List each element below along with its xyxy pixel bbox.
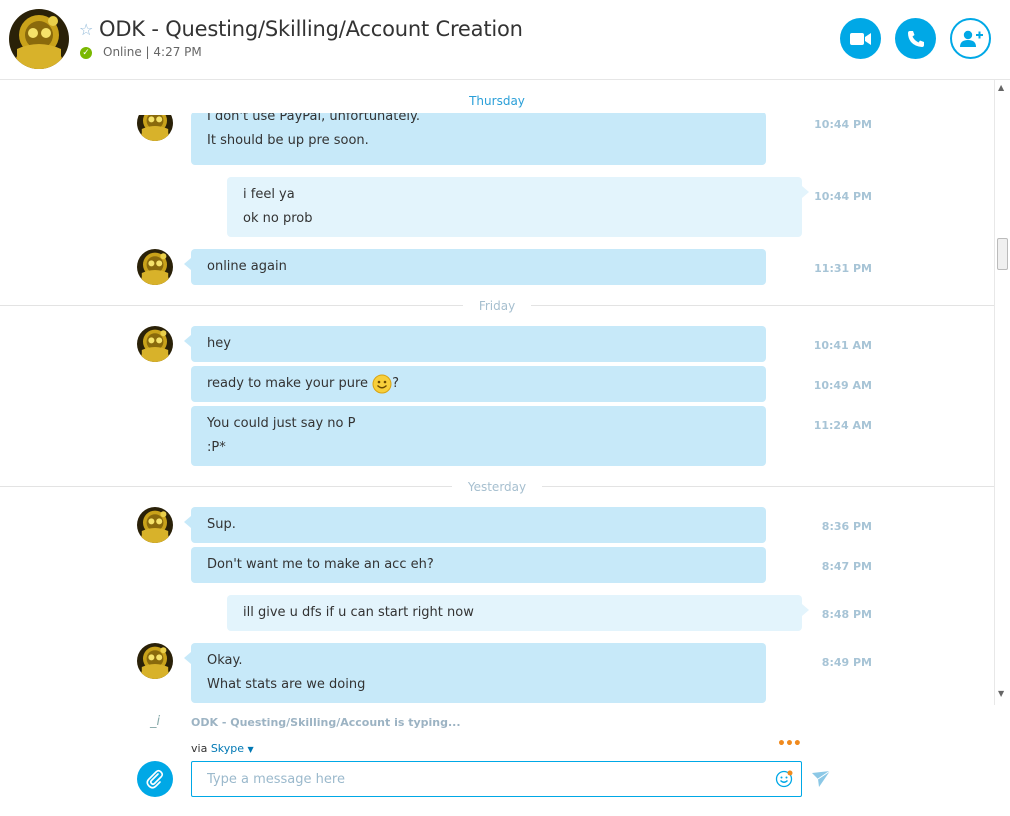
day-label: Friday: [462, 299, 532, 313]
message-line: Sup.: [207, 517, 236, 532]
bubble-tail: [184, 258, 191, 270]
message-line: ill give u dfs if u can start right now: [243, 605, 474, 620]
day-label: Yesterday: [451, 480, 543, 494]
via-service: via Skype ▼: [191, 742, 254, 755]
local-time: 4:27 PM: [153, 45, 202, 59]
more-options-icon[interactable]: •••: [777, 736, 802, 752]
message-bubble-own[interactable]: i feel ya ok no prob: [227, 177, 809, 237]
message-time: 11:24 AM: [813, 419, 872, 432]
status-line: Online | 4:27 PM: [103, 45, 202, 59]
message-text: ready to make your pure: [207, 376, 373, 391]
message-line: I don't use PayPal, unfortunately.: [207, 112, 420, 124]
message-bubble[interactable]: You could just say no P :P*: [191, 406, 766, 466]
message-bubble-own[interactable]: ill give u dfs if u can start right now: [227, 595, 809, 631]
bubble-tail: [184, 652, 191, 664]
message-line: What stats are we doing: [207, 677, 366, 692]
paperclip-icon: [146, 769, 164, 789]
message-line: ok no prob: [243, 211, 313, 226]
bubble-tail: [184, 335, 191, 347]
message-time: 8:36 PM: [821, 520, 872, 533]
message-line: You could just say no P: [207, 416, 356, 431]
status-label: Online: [103, 45, 142, 59]
chevron-down-icon: ▼: [247, 745, 254, 754]
star-icon[interactable]: ☆: [79, 22, 93, 38]
avatar[interactable]: [137, 249, 173, 285]
message-line: Okay.: [207, 653, 243, 668]
add-people-button[interactable]: [950, 18, 991, 59]
message-time: 10:41 AM: [813, 339, 872, 352]
audio-call-button[interactable]: [895, 18, 936, 59]
online-status-icon: ✓: [80, 47, 92, 59]
message-time: 11:31 PM: [814, 262, 872, 275]
avatar[interactable]: [137, 326, 173, 362]
message-line: hey: [207, 336, 231, 351]
day-separator-yesterday: Yesterday: [0, 480, 994, 494]
message-bubble[interactable]: ready to make your pure ?: [191, 366, 766, 402]
message-line: Don't want me to make an acc eh?: [207, 557, 434, 572]
message-bubble[interactable]: hey: [184, 326, 766, 362]
conversation-scrollbar[interactable]: ▲ ▼: [994, 80, 1010, 705]
day-separator-friday: Friday: [0, 299, 994, 313]
message-line: online again: [207, 259, 287, 274]
attach-button[interactable]: [137, 761, 173, 797]
scrollbar-thumb[interactable]: [997, 238, 1008, 270]
message-text: ?: [392, 376, 400, 391]
scroll-down-icon[interactable]: ▼: [998, 689, 1004, 698]
day-separator-thursday-overlay: Thursday: [0, 94, 994, 108]
send-arrow-icon[interactable]: [811, 770, 831, 788]
conversation-history[interactable]: Thursday I don't use PayPal, unfortunate…: [0, 80, 994, 705]
conversation-header: ☆ ODK - Questing/Skilling/Account Creati…: [0, 0, 1010, 80]
message-bubble[interactable]: Don't want me to make an acc eh?: [191, 547, 766, 583]
smile-emoticon-icon: [372, 374, 392, 393]
via-prefix: via: [191, 742, 208, 755]
video-camera-icon: [849, 32, 871, 45]
message-line: i feel ya: [243, 187, 295, 202]
message-bubble[interactable]: Sup.: [184, 507, 766, 543]
service-name: Skype: [210, 742, 245, 755]
smiley-icon[interactable]: [775, 770, 793, 788]
phone-icon: [907, 30, 924, 47]
message-bubble[interactable]: I don't use PayPal, unfortunately. It sh…: [191, 112, 766, 165]
message-line: ready to make your pure ?: [207, 372, 750, 396]
message-time: 8:48 PM: [821, 608, 872, 621]
message-bubble[interactable]: Okay. What stats are we doing: [184, 643, 766, 703]
message-time: 10:44 PM: [814, 118, 872, 131]
conversation-title[interactable]: ODK - Questing/Skilling/Account Creation: [99, 17, 523, 41]
typing-indicator-icon: _i: [150, 714, 161, 729]
typing-indicator: ODK - Questing/Skilling/Account is typin…: [191, 716, 461, 729]
message-bubble[interactable]: online again: [184, 249, 766, 285]
message-time: 10:44 PM: [814, 190, 872, 203]
message-time: 8:49 PM: [821, 656, 872, 669]
status-separator: |: [145, 45, 150, 59]
message-line: It should be up pre soon.: [207, 133, 369, 148]
scroll-up-icon[interactable]: ▲: [998, 83, 1004, 92]
message-input[interactable]: [191, 761, 802, 797]
avatar[interactable]: [137, 643, 173, 679]
video-call-button[interactable]: [840, 18, 881, 59]
message-time: 8:47 PM: [821, 560, 872, 573]
avatar[interactable]: [137, 507, 173, 543]
add-person-icon: [959, 30, 983, 47]
bubble-tail: [184, 516, 191, 528]
message-line: :P*: [207, 440, 226, 455]
message-time: 10:49 AM: [813, 379, 872, 392]
day-label: Thursday: [453, 94, 541, 108]
contact-avatar[interactable]: [9, 9, 69, 69]
service-selector[interactable]: Skype ▼: [211, 742, 254, 755]
